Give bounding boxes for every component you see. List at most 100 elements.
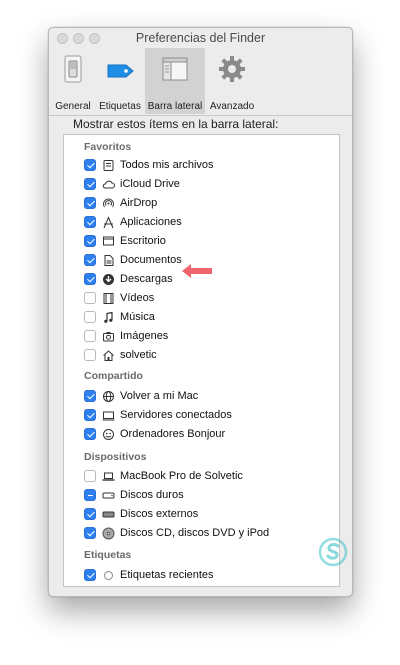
title-bar[interactable]: Preferencias del Finder (49, 28, 352, 48)
sidebar-option-discos-duros[interactable]: Discos duros (84, 487, 184, 503)
checkbox[interactable] (84, 216, 96, 228)
downloads-icon (103, 273, 114, 285)
checkbox[interactable] (84, 292, 96, 304)
sidebar-option-solvetic[interactable]: solvetic (84, 347, 157, 363)
solvetic-logo-icon (318, 537, 348, 567)
option-label: Todos mis archivos (120, 159, 214, 171)
section-title-etiquetas: Etiquetas (84, 549, 132, 561)
option-label: Discos externos (120, 508, 199, 520)
sidebar-option-airdrop[interactable]: AirDrop (84, 195, 157, 211)
sidebar-option-macbook-pro[interactable]: MacBook Pro de Solvetic (84, 468, 243, 484)
film-icon (103, 292, 114, 304)
window-title: Preferencias del Finder (135, 31, 266, 45)
camera-icon (103, 331, 114, 341)
all-files-icon (103, 159, 114, 171)
sidebar-option-todos-mis-archivos[interactable]: Todos mis archivos (84, 157, 214, 173)
gear-icon (219, 56, 245, 82)
external-disk-icon (102, 511, 115, 517)
home-icon (103, 349, 114, 361)
applications-icon (103, 215, 114, 228)
option-label: Discos CD, discos DVD y iPod (120, 527, 270, 539)
option-label: Vídeos (120, 292, 155, 304)
tab-barra-lateral-label: Barra lateral (147, 101, 203, 112)
tab-barra-lateral[interactable]: Barra lateral (145, 48, 205, 114)
preferences-toolbar: General Etiquetas Barra lateral Avanzado (49, 48, 352, 116)
annotation-arrow-icon (182, 264, 212, 278)
finder-preferences-window: Preferencias del Finder General Etiqueta… (48, 27, 353, 597)
checkbox[interactable] (84, 330, 96, 342)
checkbox[interactable] (84, 349, 96, 361)
checkbox[interactable] (84, 409, 96, 421)
tag-circle-icon (104, 570, 113, 580)
sidebar-option-videos[interactable]: Vídeos (84, 290, 154, 306)
option-label: Música (120, 311, 155, 323)
sidebar-window-icon (162, 57, 188, 81)
sidebar-option-documentos[interactable]: Documentos (84, 252, 182, 268)
checkbox[interactable] (84, 470, 96, 482)
option-label: MacBook Pro de Solvetic (120, 470, 243, 482)
sidebar-option-descargas[interactable]: Descargas (84, 271, 173, 287)
section-title-favoritos: Favoritos (84, 141, 132, 153)
option-label: Imágenes (120, 330, 169, 342)
section-title-compartido: Compartido (84, 370, 143, 382)
option-label: iCloud Drive (120, 178, 180, 190)
option-label: Volver a mi Mac (120, 390, 199, 402)
checkbox[interactable] (84, 569, 96, 581)
option-label: Descargas (120, 273, 173, 285)
tag-icon (107, 64, 134, 78)
option-label: Escritorio (120, 235, 166, 247)
option-label: Documentos (120, 254, 182, 266)
tab-general[interactable]: General (53, 48, 93, 114)
bonjour-icon (103, 428, 114, 440)
sidebar-option-servidores-conectados[interactable]: Servidores conectados (84, 407, 232, 423)
hard-disk-icon (102, 492, 115, 498)
sidebar-option-musica[interactable]: Música (84, 309, 155, 325)
documents-icon (104, 254, 114, 266)
option-label: Aplicaciones (120, 216, 182, 228)
checkbox[interactable] (84, 254, 96, 266)
checkbox[interactable] (84, 390, 96, 402)
sidebar-option-icloud-drive[interactable]: iCloud Drive (84, 176, 180, 192)
light-switch-icon (64, 55, 82, 83)
checkbox[interactable] (84, 178, 96, 190)
checkbox[interactable] (84, 428, 96, 440)
airdrop-icon (103, 198, 114, 207)
sidebar-option-ordenadores-bonjour[interactable]: Ordenadores Bonjour (84, 426, 225, 442)
tab-avanzado[interactable]: Avanzado (206, 48, 258, 114)
cd-icon (102, 527, 115, 539)
checkbox[interactable] (84, 197, 96, 209)
checkbox[interactable] (84, 508, 96, 520)
sidebar-option-aplicaciones[interactable]: Aplicaciones (84, 214, 182, 230)
server-icon (102, 411, 115, 420)
sidebar-items-panel: Favoritos Todos mis archivos iCloud Driv… (63, 134, 340, 587)
panel-heading: Mostrar estos ítems en la barra lateral: (73, 117, 279, 131)
sidebar-option-discos-cd-dvd-ipod[interactable]: Discos CD, discos DVD y iPod (84, 525, 269, 541)
music-icon (104, 311, 113, 323)
back-to-my-mac-icon (103, 390, 114, 402)
option-label: Servidores conectados (120, 409, 232, 421)
tab-general-label: General (55, 101, 91, 112)
checkbox[interactable] (84, 489, 96, 501)
section-title-dispositivos: Dispositivos (84, 451, 147, 463)
option-label: Discos duros (120, 489, 184, 501)
tab-etiquetas[interactable]: Etiquetas (95, 48, 145, 114)
checkbox[interactable] (84, 311, 96, 323)
sidebar-option-etiquetas-recientes[interactable]: Etiquetas recientes (84, 567, 214, 583)
sidebar-option-volver-a-mi-mac[interactable]: Volver a mi Mac (84, 388, 198, 404)
tab-avanzado-label: Avanzado (209, 101, 255, 112)
checkbox[interactable] (84, 273, 96, 285)
cloud-icon (102, 180, 115, 188)
sidebar-option-discos-externos[interactable]: Discos externos (84, 506, 198, 522)
checkbox[interactable] (84, 527, 96, 539)
checkbox[interactable] (84, 159, 96, 171)
option-label: solvetic (120, 349, 157, 361)
option-label: Ordenadores Bonjour (120, 428, 226, 440)
laptop-icon (102, 472, 115, 481)
checkbox[interactable] (84, 235, 96, 247)
sidebar-option-escritorio[interactable]: Escritorio (84, 233, 166, 249)
option-label: AirDrop (120, 197, 158, 209)
option-label: Etiquetas recientes (120, 569, 214, 581)
tab-etiquetas-label: Etiquetas (99, 101, 141, 112)
sidebar-option-imagenes[interactable]: Imágenes (84, 328, 168, 344)
desktop-icon (103, 236, 114, 245)
